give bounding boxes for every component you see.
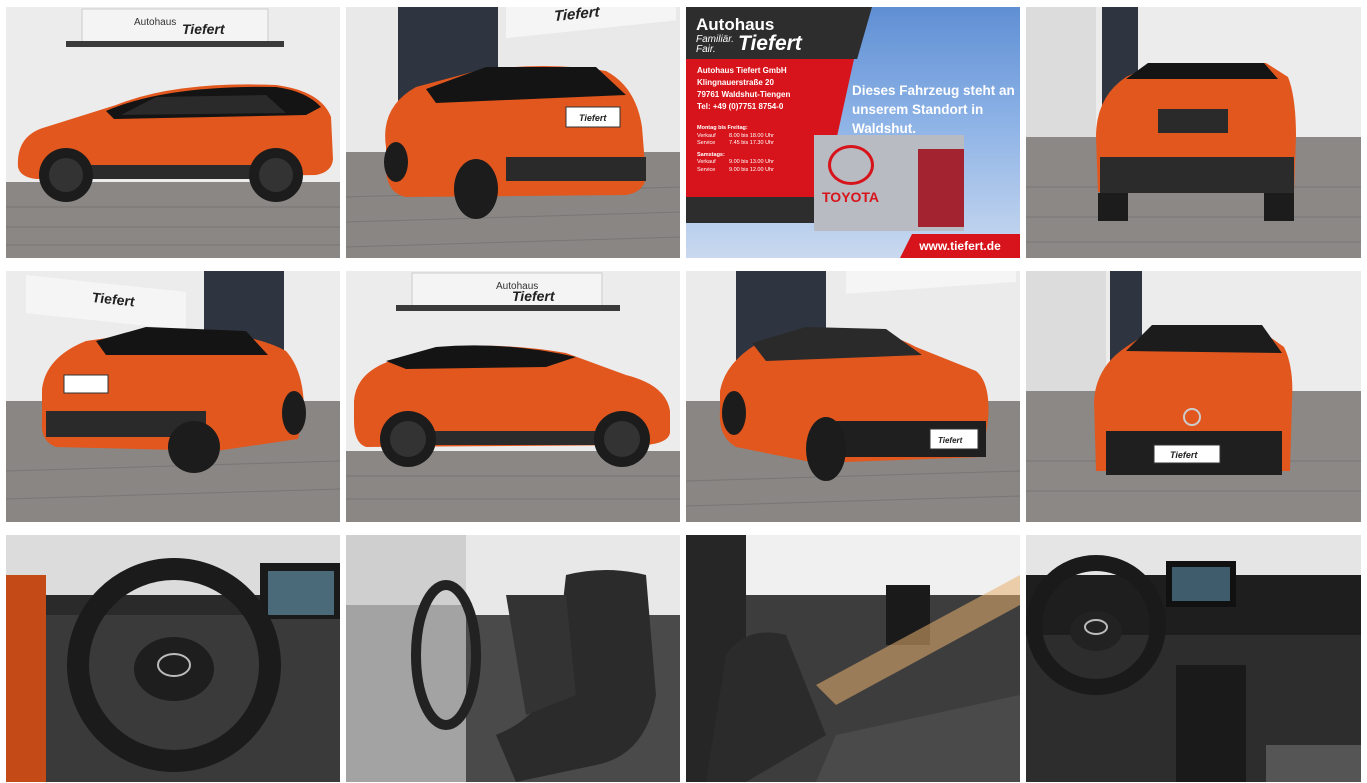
license-plate: Tiefert xyxy=(1170,450,1198,460)
building-brand: TOYOTA xyxy=(822,189,880,205)
sign-name: Tiefert xyxy=(512,288,556,304)
license-plate: Tiefert xyxy=(938,436,963,445)
hours-label: Verkauf xyxy=(697,132,716,139)
gallery-image-exterior-side-right[interactable]: Autohaus Tiefert xyxy=(346,271,680,522)
gallery-image-interior-front-seats[interactable] xyxy=(346,535,680,782)
hours-value: 9.00 bis 13.00 Uhr xyxy=(729,159,774,165)
building-red-band xyxy=(918,149,964,227)
car-front-image: Tiefert xyxy=(1026,271,1361,522)
promo-phone: Tel: +49 (0)7751 8754-0 xyxy=(697,102,784,111)
promo-city: 79761 Waldshut-Tiengen xyxy=(697,90,791,99)
promo-name: Tiefert xyxy=(738,32,802,55)
interior-dashboard-image xyxy=(1026,535,1361,782)
promo-brand-logos xyxy=(686,197,814,223)
car-rear-left-2-image: Tiefert xyxy=(6,271,340,522)
gallery-image-exterior-front-left[interactable]: Tiefert xyxy=(686,271,1020,522)
hours-weekday-title: Montag bis Freitag: xyxy=(697,125,748,131)
gallery-image-dealer-promo[interactable]: Autohaus Familiär. Fair. Tiefert Autohau… xyxy=(686,7,1020,258)
car-side-right-image: Autohaus Tiefert xyxy=(346,271,680,522)
promo-street: Klingnauerstraße 20 xyxy=(697,78,774,87)
promo-opening-hours: Montag bis Freitag: Verkauf 8.00 bis 18.0… xyxy=(697,125,817,174)
hours-label: Service xyxy=(697,166,716,173)
promo-tagline: Familiär. Fair. xyxy=(696,35,734,55)
promo-company: Autohaus Tiefert GmbH xyxy=(697,66,787,75)
sign-name: Tiefert xyxy=(182,21,226,37)
car-side-left-image: Autohaus Tiefert xyxy=(6,7,340,258)
gallery-image-exterior-front[interactable]: Tiefert xyxy=(1026,271,1361,522)
promo-url: www.tiefert.de xyxy=(900,234,1020,258)
image-gallery: Autohaus Tiefert Tiefert Tiefert Autohau… xyxy=(6,7,1361,782)
car-rear-left-image: Tiefert Tiefert xyxy=(346,7,680,258)
interior-front-seats-image xyxy=(346,535,680,782)
car-rear-image xyxy=(1026,7,1361,258)
hours-value: 9.00 bis 12.00 Uhr xyxy=(729,166,774,173)
promo-tagline-2: Fair. xyxy=(696,44,716,55)
gallery-image-exterior-rear-left-2[interactable]: Tiefert xyxy=(6,271,340,522)
gallery-image-exterior-side-left[interactable]: Autohaus Tiefert xyxy=(6,7,340,258)
gallery-image-interior-dashboard[interactable] xyxy=(1026,535,1361,782)
hours-value: 8.00 bis 18.00 Uhr xyxy=(729,132,774,139)
hours-value: 7.45 bis 17.30 Uhr xyxy=(729,140,774,146)
license-plate: Tiefert xyxy=(579,113,607,123)
hours-saturday-title: Samstags: xyxy=(697,151,725,158)
gallery-image-exterior-rear[interactable] xyxy=(1026,7,1361,258)
hours-label: Verkauf xyxy=(697,159,716,165)
gallery-image-interior-steering-wheel[interactable] xyxy=(6,535,340,782)
sign-brand: Autohaus xyxy=(134,17,176,28)
promo-building: TOYOTA xyxy=(814,135,964,231)
interior-steering-wheel-image xyxy=(6,535,340,782)
promo-address: Autohaus Tiefert GmbH Klingnauerstraße 2… xyxy=(697,65,790,113)
hours-label: Service xyxy=(697,140,716,146)
toyota-logo-icon xyxy=(828,145,874,185)
car-front-left-image: Tiefert xyxy=(686,271,1020,522)
promo-claim: Dieses Fahrzeug steht an unserem Standor… xyxy=(852,83,1015,136)
interior-passenger-side-image xyxy=(686,535,1020,782)
gallery-image-interior-passenger-side[interactable] xyxy=(686,535,1020,782)
gallery-image-exterior-rear-left[interactable]: Tiefert Tiefert xyxy=(346,7,680,258)
